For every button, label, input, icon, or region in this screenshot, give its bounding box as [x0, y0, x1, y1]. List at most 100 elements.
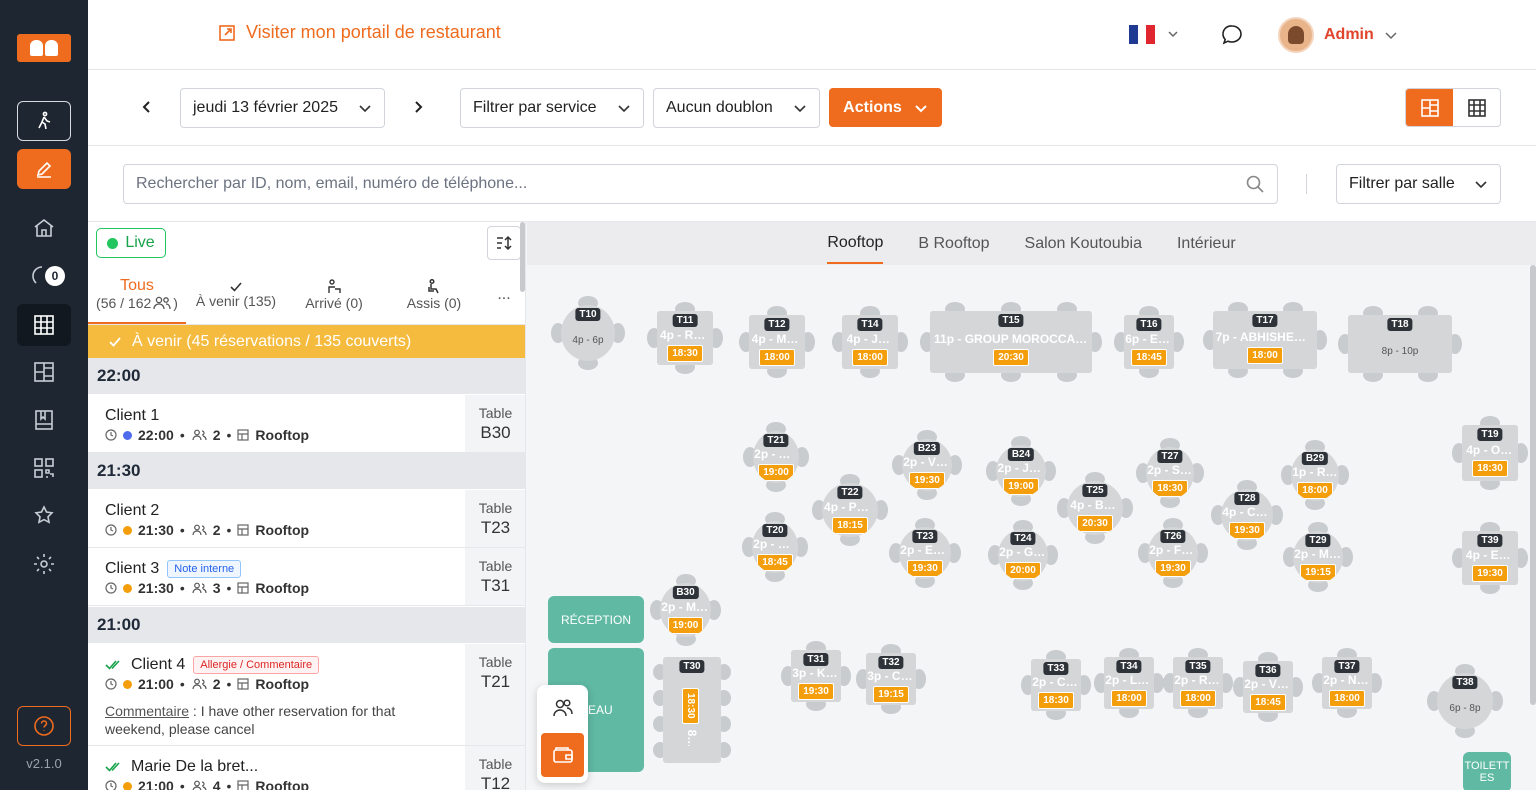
- sidebar-item-floor-plan[interactable]: [17, 352, 71, 392]
- duplicate-filter-select[interactable]: Aucun doublon: [653, 88, 820, 128]
- floor-table[interactable]: T232p - EMI... 19:30: [889, 518, 961, 588]
- new-reservation-button[interactable]: [17, 149, 71, 189]
- floor-table[interactable]: T272p - SO... 18:30: [1136, 438, 1204, 508]
- floor-table[interactable]: T22 4p - PHI... 18:15: [812, 474, 888, 546]
- table-number: B30: [480, 423, 511, 442]
- sort-button[interactable]: [487, 226, 521, 260]
- floor-table[interactable]: B232p - VIK... 19:30: [892, 430, 962, 500]
- tab-seated[interactable]: Assis (0): [382, 266, 486, 324]
- visit-portal-link[interactable]: Visiter mon portail de restaurant: [218, 22, 501, 43]
- floor-table[interactable]: B291p - REN... 18:00: [1281, 440, 1349, 510]
- floor-table[interactable]: T18 8p - 10p: [1338, 306, 1462, 382]
- reservation-time: 21:00: [138, 676, 174, 692]
- sidebar-item-reviews[interactable]: [17, 496, 71, 536]
- floor-table[interactable]: T17 7p - ABHISHEK CH... 18:00: [1203, 302, 1327, 378]
- floor-table[interactable]: T31 3p - KA... 19:30: [781, 641, 851, 711]
- sidebar-item-messages[interactable]: 0: [17, 256, 71, 296]
- table-top: T25 4p - BR... 20:30: [1067, 481, 1123, 535]
- reservation-row[interactable]: Client 4 Allergie / Commentaire 21:00 • …: [88, 644, 525, 746]
- tab-arrived[interactable]: Arrivé (0): [286, 266, 382, 324]
- tab-upcoming[interactable]: À venir (135): [186, 266, 286, 324]
- sidebar-item-qrcode[interactable]: [17, 448, 71, 488]
- chat-bubble-icon[interactable]: [1220, 23, 1244, 47]
- table-top: T19 4p - OT... 18:30: [1462, 425, 1518, 481]
- service-filter-select[interactable]: Filtrer par service: [460, 88, 644, 128]
- table-assignment[interactable]: Table T21: [465, 644, 525, 745]
- french-flag-icon[interactable]: [1129, 25, 1156, 44]
- tab-room-salon-koutoubia[interactable]: Salon Koutoubia: [1025, 225, 1142, 263]
- floor-scrollbar[interactable]: [1530, 265, 1536, 705]
- floor-table[interactable]: T24 2p - GR... 20:00: [988, 520, 1058, 590]
- table-id: T32: [878, 656, 904, 669]
- table-assignment[interactable]: Table B30: [465, 395, 525, 452]
- floor-view-button[interactable]: [1406, 89, 1453, 126]
- guest-count: 2: [212, 427, 221, 443]
- live-badge[interactable]: Live: [96, 228, 166, 258]
- tab-room-interieur[interactable]: Intérieur: [1177, 225, 1236, 263]
- floor-table[interactable]: B24 2p - JE... 19:00: [986, 436, 1056, 506]
- guests-view-button[interactable]: [537, 685, 588, 731]
- help-button[interactable]: [17, 706, 71, 746]
- sidebar-item-reservations[interactable]: [17, 304, 71, 346]
- floor-table[interactable]: T15 11p - GROUP MOROCCAN AD... 20:30: [920, 302, 1102, 382]
- actions-button[interactable]: Actions: [829, 88, 942, 127]
- duplicate-filter-value: Aucun doublon: [666, 99, 773, 116]
- date-picker[interactable]: jeudi 13 février 2025: [180, 88, 385, 128]
- floor-table[interactable]: B30 2p - MA... 19:00: [650, 574, 721, 646]
- floor-table[interactable]: T19 4p - OT... 18:30: [1452, 416, 1528, 490]
- next-day-chevron-icon[interactable]: [411, 99, 425, 115]
- floor-table[interactable]: T28 4p - CH... 19:30: [1211, 480, 1283, 550]
- floor-table[interactable]: T37 2p - NE... 18:00: [1312, 648, 1382, 718]
- floor-table[interactable]: T39 4p - ES... 19:30: [1452, 522, 1528, 594]
- tab-all-label: Tous: [120, 277, 154, 294]
- search-input[interactable]: Rechercher par ID, nom, email, numéro de…: [123, 164, 1278, 204]
- people-icon: [192, 678, 207, 690]
- table-assignment[interactable]: Table T31: [465, 548, 525, 605]
- reservation-row[interactable]: Client 1 22:00 • 2 • Rooftop Table B30: [88, 395, 525, 453]
- prev-day-chevron-icon[interactable]: [140, 99, 154, 115]
- user-menu[interactable]: Admin: [1278, 17, 1398, 53]
- floor-table[interactable]: T14 4p - JE... 18:00: [832, 306, 908, 378]
- floor-table[interactable]: T323p - CRI... 19:15: [856, 644, 926, 714]
- reservation-row[interactable]: Marie De la bret... 21:00 • 4 • Rooftop …: [88, 746, 525, 790]
- table-reservation-label: 4p - MA...: [751, 332, 803, 346]
- table-reservation-label: 4p - RO...: [659, 328, 710, 342]
- room-filter-select[interactable]: Filtrer par salle: [1336, 164, 1501, 204]
- floor-table[interactable]: T38 6p - 8p: [1427, 664, 1503, 738]
- floor-table[interactable]: T29 2p - ME... 19:15: [1283, 522, 1353, 592]
- table-assignment[interactable]: Table T23: [465, 490, 525, 547]
- grid-view-button[interactable]: [1453, 89, 1500, 126]
- table-reservation-label: 6p - EM...: [1125, 332, 1173, 346]
- floor-table[interactable]: T33 2p - CO... 18:30: [1021, 650, 1091, 720]
- payment-button[interactable]: [541, 733, 584, 777]
- floor-table[interactable]: T262p - FEL... 19:30: [1138, 518, 1208, 588]
- tab-arrived-label: Arrivé (0): [305, 295, 363, 311]
- floor-table[interactable]: T11 4p - RO... 18:30: [647, 302, 723, 374]
- floor-table[interactable]: T362p - VIK... 18:45: [1233, 652, 1303, 722]
- chevron-down-icon[interactable]: [1167, 29, 1179, 39]
- sidebar-item-home[interactable]: [17, 208, 71, 248]
- floor-table[interactable]: T212p - AN... 19:00: [743, 422, 809, 492]
- tab-more[interactable]: ...: [486, 266, 522, 324]
- floor-table[interactable]: T202p - SA... 18:45: [742, 512, 808, 582]
- table-assignment[interactable]: Table T12: [465, 746, 525, 790]
- tab-all[interactable]: Tous (56 / 162): [88, 266, 186, 324]
- reservation-row[interactable]: Client 2 21:30 • 2 • Rooftop Table T23: [88, 490, 525, 548]
- floor-table[interactable]: T34 2p - LU... 18:00: [1094, 648, 1164, 718]
- list-scrollbar[interactable]: [520, 222, 525, 292]
- tab-room-rooftop[interactable]: Rooftop: [827, 224, 884, 264]
- restaurant-logo[interactable]: [17, 34, 71, 62]
- table-time-badge: 19:30: [1229, 522, 1265, 539]
- floor-table[interactable]: T30 8p - LAURIE MART... 18:30: [653, 654, 731, 766]
- floor-table[interactable]: T10 4p - 6p: [551, 296, 625, 370]
- sidebar-item-settings[interactable]: [17, 544, 71, 584]
- tab-room-b-rooftop[interactable]: B Rooftop: [918, 225, 989, 263]
- upcoming-banner[interactable]: À venir (45 réservations / 135 couverts): [88, 325, 525, 358]
- walk-in-button[interactable]: [17, 101, 71, 141]
- floor-table[interactable]: T16 6p - EM... 18:45: [1114, 306, 1184, 378]
- floor-table[interactable]: T35 2p - RO... 18:00: [1163, 648, 1233, 718]
- sidebar-item-menu[interactable]: [17, 400, 71, 440]
- floor-table[interactable]: T25 4p - BR... 20:30: [1057, 472, 1133, 544]
- floor-table[interactable]: T12 4p - MA... 18:00: [739, 306, 815, 378]
- reservation-row[interactable]: Client 3 Note interne 21:30 • 3 • Rooftop…: [88, 548, 525, 606]
